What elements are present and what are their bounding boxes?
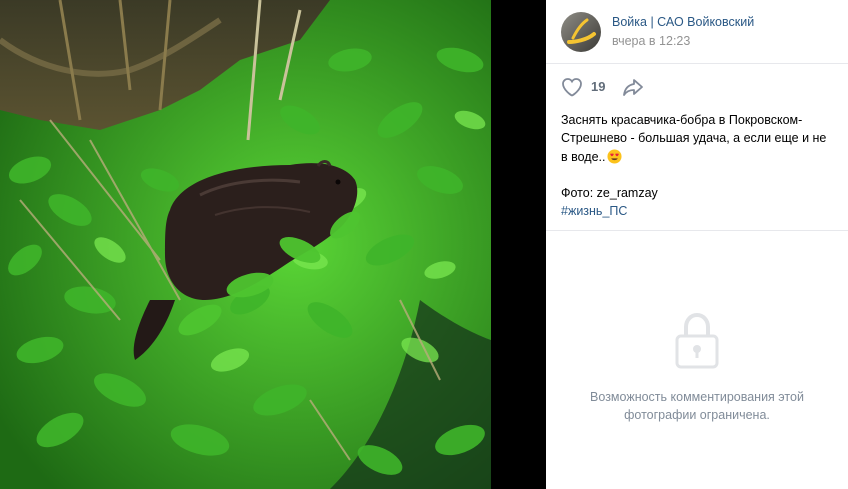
author-block: Войка | САО Войковский вчера в 12:23 (612, 14, 754, 49)
photo-viewer (0, 0, 546, 489)
post-header: Войка | САО Войковский вчера в 12:23 (546, 0, 848, 64)
share-button[interactable] (621, 75, 645, 99)
share-arrow-icon (623, 78, 644, 96)
avatar-image (561, 11, 601, 52)
author-name[interactable]: Войка | САО Войковский (612, 14, 754, 30)
heart-eyes-emoji (607, 149, 623, 164)
comments-restricted: Возможность комментирования этой фотогра… (546, 310, 848, 424)
post-actions: 19 (546, 64, 848, 109)
lock-icon (675, 312, 719, 369)
heart-icon (562, 77, 582, 96)
like-count: 19 (591, 79, 606, 94)
restricted-message: Возможность комментирования этой фотогра… (590, 390, 804, 422)
hashtag-link[interactable]: #жизнь_ПС (561, 204, 627, 218)
divider (546, 230, 848, 231)
post-text: Заснять красавчика-бобра в Покровском-Ст… (546, 109, 848, 220)
photo-credit: Фото: ze_ramzay (561, 185, 658, 200)
post-panel: Войка | САО Войковский вчера в 12:23 19 … (546, 0, 848, 489)
post-time[interactable]: вчера в 12:23 (612, 33, 754, 49)
post-text-line: Заснять красавчика-бобра в Покровском-Ст… (561, 111, 834, 166)
photo-image (0, 0, 491, 489)
avatar[interactable] (561, 11, 601, 52)
like-button[interactable]: 19 (560, 75, 605, 99)
post-caption: Заснять красавчика-бобра в Покровском-Ст… (561, 113, 827, 164)
beaver-photo[interactable] (0, 0, 491, 489)
